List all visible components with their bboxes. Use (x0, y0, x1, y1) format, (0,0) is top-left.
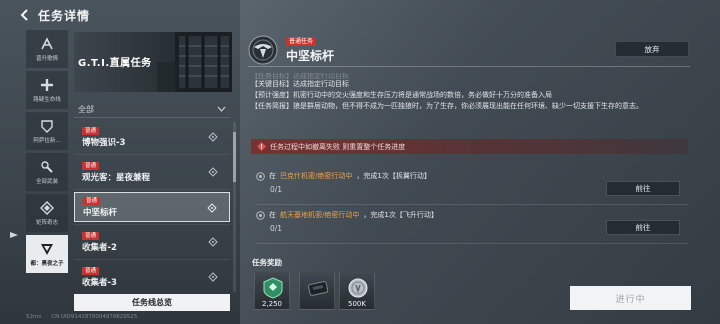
in-progress-status-button: 进行中 (570, 286, 691, 310)
task-tag: 普通 (82, 126, 100, 135)
objective-suffix: ，完成1次【飞升行动】 (363, 211, 438, 219)
warning-banner: 任务过程中如撤离失败 则重置整个任务进度 (251, 139, 688, 154)
objective-suffix: ，完成1次【拆翼行动】 (356, 172, 431, 180)
task-item-backbone[interactable]: 普通 中坚标杆 (74, 192, 230, 222)
task-tag: 普通 (82, 161, 100, 170)
latency-readout: 52ms (26, 314, 42, 320)
track-target-icon[interactable] (208, 132, 218, 142)
objective-status-icon (256, 210, 265, 220)
task-tag: 普通 (82, 266, 100, 275)
task-item-museum[interactable]: 普通 博物强识-3 (74, 122, 230, 152)
detail-title-group: 普通任务 中坚标杆 (286, 36, 334, 64)
selected-marker-icon (10, 232, 18, 238)
back-arrow-icon[interactable] (18, 8, 32, 22)
page-header: 任务详情 (18, 4, 90, 26)
category-rail: 晋升歌情 路疑生命线 阿萨拉新... 全部武装 矩阵奇志 都：黑夜之子 (26, 30, 68, 276)
task-item-collector-3[interactable]: 普通 收集者-3 (74, 262, 230, 292)
supply-case-icon (308, 281, 329, 296)
objective-highlight: 航天基地机密/绝密行动中 (280, 211, 360, 219)
divider (74, 224, 230, 225)
rail-item-asala[interactable]: 阿萨拉新... (26, 112, 68, 150)
objective-item: 在航天基地机密/绝密行动中 ，完成1次【飞升行动】 0/1 前往 (256, 208, 688, 244)
track-target-icon[interactable] (208, 167, 218, 177)
detail-tag: 普通任务 (286, 37, 317, 46)
triangle-v-icon (41, 243, 53, 255)
track-target-icon[interactable] (208, 237, 218, 247)
rail-item-label: 晋升歌情 (35, 55, 58, 62)
warning-text: 任务过程中如撤离失败 则重置整个任务进度 (270, 142, 406, 151)
rail-item-matrix[interactable]: 矩阵奇志 (26, 194, 68, 232)
rail-item-night-child[interactable]: 都：黑夜之子 (26, 235, 68, 273)
currency-badge-icon (263, 277, 283, 299)
rail-item-label: 阿萨拉新... (33, 137, 61, 144)
rail-item-label: 矩阵奇志 (35, 219, 58, 226)
task-overview-button[interactable]: 任务线总览 (74, 294, 230, 311)
task-tag: 普通 (83, 196, 101, 205)
rail-item-label: 都：黑夜之子 (30, 260, 64, 267)
footer-info: 52ms CN UID9142870004879829525 (26, 314, 137, 320)
detail-header: 普通任务 中坚标杆 (248, 34, 334, 66)
reward-item[interactable]: 2,250 (254, 272, 290, 310)
desc-intensity: 【预计强度】机密行动中的交火强度和生存压力将是通常战场的数倍，务必做好十万分的准… (251, 91, 552, 99)
scrollbar-thumb[interactable] (233, 132, 236, 182)
rail-item-lifeline[interactable]: 路疑生命线 (26, 71, 68, 109)
divider (74, 154, 230, 155)
reward-item[interactable]: 500K (339, 272, 375, 310)
coin-icon (348, 278, 368, 298)
desc-key-objective: 【关键目标】达成指定行动目标 (251, 80, 349, 88)
rail-item-promotion[interactable]: 晋升歌情 (26, 30, 68, 68)
eagle-emblem-icon (248, 35, 278, 65)
uid-readout: CN UID9142870004879829525 (51, 314, 138, 320)
task-item-sightseer[interactable]: 普通 观光客：星夜兼程 (74, 157, 230, 187)
objective-description: 在巴克什机密/绝密行动中 ，完成1次【拆翼行动】 (256, 171, 431, 181)
rewards-title: 任务奖励 (252, 258, 282, 267)
goto-button[interactable]: 前往 (606, 220, 680, 235)
task-description: 【任务目标】达成指定行动目标 【关键目标】达成指定行动目标 【预计强度】机密行动… (251, 73, 687, 112)
rail-item-label: 全部武装 (35, 178, 58, 185)
objective-progress: 0/1 (270, 224, 283, 233)
objective-item: 在巴克什机密/绝密行动中 ，完成1次【拆翼行动】 0/1 前往 (256, 169, 688, 205)
diamond-icon (40, 200, 54, 215)
objective-progress: 0/1 (270, 185, 283, 194)
reward-item[interactable] (299, 272, 335, 310)
divider (256, 204, 688, 205)
divider (74, 189, 230, 190)
objective-description: 在航天基地机密/绝密行动中 ，完成1次【飞升行动】 (256, 210, 438, 220)
objective-prefix: 在 (269, 211, 276, 219)
wrench-icon (41, 160, 53, 173)
objective-prefix: 在 (269, 172, 276, 180)
reward-quantity: 2,250 (261, 300, 283, 308)
objective-status-icon (256, 171, 265, 181)
reward-quantity: 500K (348, 300, 366, 308)
goto-button[interactable]: 前往 (606, 181, 680, 196)
supply-crate-art-icon (157, 32, 232, 92)
divider (74, 259, 230, 260)
task-item-collector-2[interactable]: 普通 收集者-2 (74, 227, 230, 257)
desc-briefing: 【任务简报】狼是群居动物，但不得不成为一匹独狼时，为了生存，你必须展现出能在任何… (251, 102, 643, 110)
track-target-icon[interactable] (208, 272, 218, 282)
task-list-scrollbar[interactable] (233, 122, 236, 292)
filter-label: 全部 (78, 104, 94, 114)
banner-title: G.T.I.直属任务 (78, 58, 152, 69)
track-target-icon[interactable] (207, 203, 217, 213)
rail-item-armament[interactable]: 全部武装 (26, 153, 68, 191)
warning-diamond-icon (257, 142, 266, 151)
abandon-button[interactable]: 放弃 (615, 41, 689, 57)
divider (256, 243, 688, 244)
chevron-a-icon (41, 36, 53, 49)
detail-title: 中坚标杆 (286, 49, 335, 63)
shield-icon (41, 119, 53, 133)
plus-cross-icon (41, 78, 53, 91)
task-list: 普通 博物强识-3 普通 观光客：星夜兼程 普通 中坚标杆 普通 收集者-2 普… (74, 122, 230, 294)
divider (248, 66, 690, 67)
task-filter-dropdown[interactable]: 全部 (74, 101, 230, 118)
rail-item-label: 路疑生命线 (33, 96, 61, 103)
objective-highlight: 巴克什机密/绝密行动中 (280, 172, 353, 180)
task-category-banner: G.T.I.直属任务 (74, 32, 232, 92)
chevron-down-icon (217, 106, 226, 112)
page-title: 任务详情 (38, 8, 91, 23)
task-tag: 普通 (82, 231, 100, 240)
